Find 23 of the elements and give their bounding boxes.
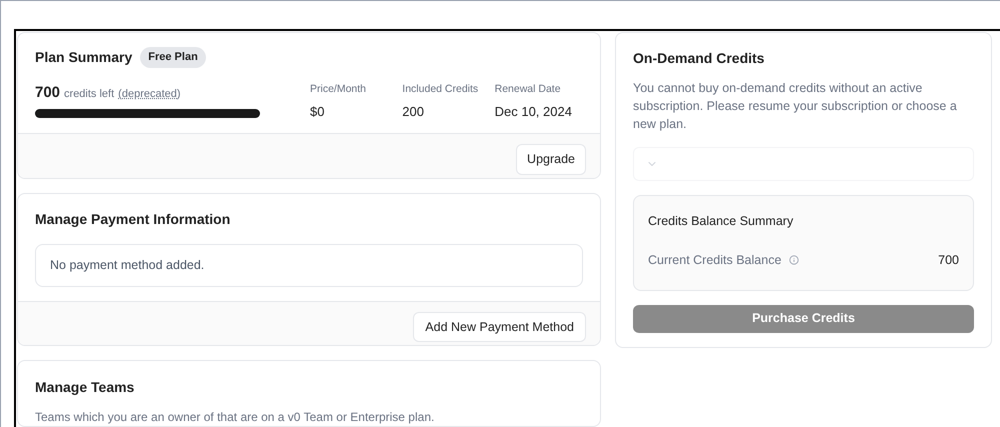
on-demand-description: You cannot buy on-demand credits without an active subscription. Please resume your subscription or choose a new plan.	[633, 80, 958, 133]
add-payment-method-button[interactable]: Add New Payment Method	[413, 312, 586, 342]
card-title: Plan Summary	[35, 48, 132, 67]
stat-value: Dec 10, 2024	[494, 102, 573, 121]
balance-label: Current Credits Balance	[648, 252, 782, 269]
upgrade-button[interactable]: Upgrade	[516, 144, 586, 175]
deprecated-link[interactable]: (deprecated)	[118, 86, 181, 102]
payment-method-box: No payment method added.	[35, 244, 583, 287]
card-title: Manage Payment Information	[35, 210, 232, 229]
card-title: On-Demand Credits	[633, 49, 766, 68]
stat-label: Included Credits	[402, 82, 480, 97]
card-title: Manage Teams	[35, 378, 136, 397]
stat-label: Renewal Date	[494, 82, 562, 97]
plan-badge: Free Plan	[140, 47, 206, 68]
panel-title: Credits Balance Summary	[648, 213, 794, 230]
stat-label: Price/Month	[310, 82, 368, 97]
stat-value: 200	[402, 102, 425, 121]
credits-count: 700	[35, 83, 60, 103]
teams-description: Teams which you are an owner of that are on a v0 Team or Enterprise plan.	[35, 409, 436, 426]
stat-value: $0	[310, 102, 326, 121]
balance-value: 700	[938, 252, 959, 269]
credits-label: credits left	[64, 87, 114, 102]
info-icon[interactable]	[789, 255, 800, 266]
